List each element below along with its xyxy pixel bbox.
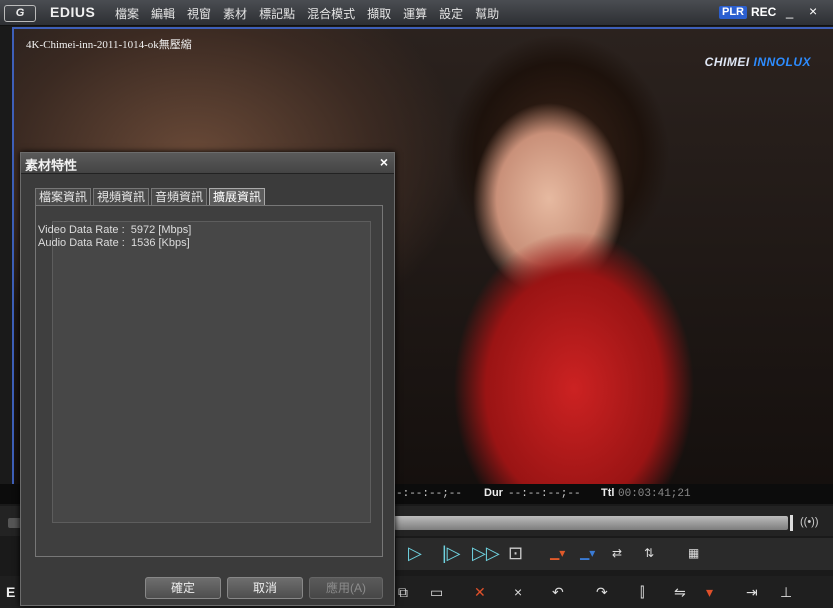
video-data-rate-label: Video Data Rate : [38, 224, 125, 236]
snap-icon[interactable]: ⇥ [746, 584, 758, 601]
dialog-titlebar[interactable]: 素材特性 × [21, 153, 394, 174]
app-name: EDIUS [50, 4, 96, 20]
menu-clip[interactable]: 素材 [223, 5, 247, 22]
play-button[interactable]: ▷ [408, 542, 422, 564]
clip-properties-dialog: 素材特性 × 檔案資訊 視頻資訊 音頻資訊 擴展資訊 Video Data Ra… [20, 152, 395, 606]
frame-forward-button[interactable]: |▷ [442, 542, 461, 564]
title-bar: G EDIUS 檔案 編輯 視窗 素材 標記點 混合模式 擷取 運算 設定 幫助… [0, 0, 833, 26]
dialog-tabs: 檔案資訊 視頻資訊 音頻資訊 擴展資訊 [35, 188, 266, 206]
menu-help[interactable]: 幫助 [475, 5, 499, 22]
watermark-innolux: INNOLUX [753, 55, 811, 69]
close-button[interactable]: × [809, 3, 817, 19]
tab-audio-info[interactable]: 音頻資訊 [151, 188, 208, 206]
tab-file-info[interactable]: 檔案資訊 [35, 188, 92, 206]
audio-data-rate-label: Audio Data Rate : [38, 237, 125, 249]
dialog-close-icon[interactable]: × [380, 154, 388, 170]
minimize-button[interactable]: _ [786, 4, 793, 19]
set-out-icon[interactable]: ▁▾ [580, 546, 595, 560]
tab-content [35, 205, 383, 557]
audio-data-rate: Audio Data Rate : 1536 [Kbps] [38, 237, 190, 249]
marker-icon[interactable]: ▾ [706, 584, 713, 601]
dur-timecode: --:--:--;-- [508, 488, 581, 500]
watermark-chimei: CHIMEI [704, 55, 750, 69]
ttl-label: Ttl [601, 487, 615, 499]
tab-video-info[interactable]: 視頻資訊 [93, 188, 150, 206]
clip-name: 4K-Chimei-inn-2011-1014-ok無壓縮 [26, 39, 192, 51]
video-data-rate: Video Data Rate : 5972 [Mbps] [38, 224, 191, 236]
menu-render[interactable]: 運算 [403, 5, 427, 22]
ripple-delete-icon[interactable]: × [514, 584, 522, 600]
menu-bar: 檔案 編輯 視窗 素材 標記點 混合模式 擷取 運算 設定 幫助 [115, 5, 499, 22]
menu-capture[interactable]: 擷取 [367, 5, 391, 22]
menu-mode[interactable]: 混合模式 [307, 5, 355, 22]
menu-marker[interactable]: 標記點 [259, 5, 295, 22]
plr-toggle[interactable]: PLR [719, 6, 747, 19]
menu-view[interactable]: 視窗 [187, 5, 211, 22]
ttl-timecode: 00:03:41;21 [618, 488, 691, 500]
delete-icon[interactable]: ✕ [474, 584, 486, 601]
cancel-button[interactable]: 取消 [227, 577, 303, 599]
scrub-slider[interactable] [394, 516, 788, 530]
link-icon[interactable]: ⊥ [780, 584, 792, 601]
copy-icon[interactable]: ⧉ [398, 584, 408, 601]
redo-icon[interactable]: ↷ [596, 584, 608, 601]
dur-label: Dur [484, 487, 503, 499]
dialog-title: 素材特性 [25, 158, 78, 173]
apply-button[interactable]: 應用(A) [309, 577, 383, 599]
menu-edit[interactable]: 編輯 [151, 5, 175, 22]
fast-forward-button[interactable]: ▷▷ [472, 542, 500, 564]
undo-icon[interactable]: ↶ [552, 584, 564, 601]
video-data-rate-value: 5972 [Mbps] [130, 224, 192, 236]
set-in-icon[interactable]: ▁▾ [550, 546, 565, 560]
tab-extended-info[interactable]: 擴展資訊 [209, 188, 266, 206]
ok-button[interactable]: 確定 [145, 577, 221, 599]
trim-icon[interactable]: ⇋ [674, 584, 686, 601]
menu-settings[interactable]: 設定 [439, 5, 463, 22]
insert-icon[interactable]: ⇄ [612, 546, 622, 560]
menu-file[interactable]: 檔案 [115, 5, 139, 22]
loop-icon[interactable]: ⊡ [508, 542, 523, 564]
info-panel [52, 221, 371, 523]
rec-toggle[interactable]: REC [751, 5, 776, 19]
paste-icon[interactable]: ▭ [430, 584, 443, 601]
audio-icon[interactable]: ((•)) [800, 516, 819, 528]
bottom-logo: E [6, 584, 16, 600]
in-timecode: -:--:--;-- [396, 488, 463, 500]
overwrite-icon[interactable]: ⇅ [644, 546, 654, 560]
split-icon[interactable]: ⫿ [640, 584, 644, 601]
audio-data-rate-value: 1536 [Kbps] [130, 237, 190, 249]
watermark-logo: CHIMEI INNOLUX [705, 55, 811, 69]
edius-logo: G [4, 5, 36, 22]
scrub-end-marker[interactable] [790, 515, 793, 531]
render-icon[interactable]: ▦ [688, 546, 699, 560]
edit-tools: ▁▾ ▁▾ ⇄ ⇅ ▦ [540, 540, 833, 570]
